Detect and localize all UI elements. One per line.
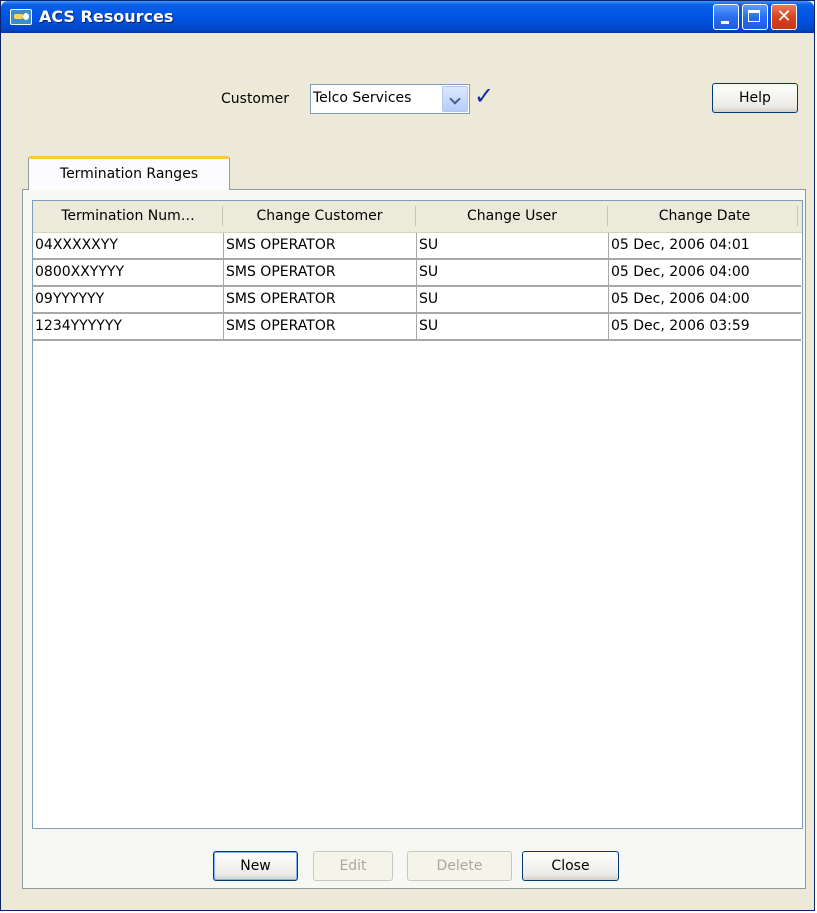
table-row[interactable]: 09YYYYYY SMS OPERATOR SU 05 Dec, 2006 04… (33, 287, 801, 314)
change-user-cell: SU (416, 260, 608, 285)
termination-number-cell: 0800XXYYYY (35, 264, 125, 280)
column-header-termination-number[interactable]: Termination Num… (33, 201, 223, 231)
tab-label: Termination Ranges (59, 166, 199, 182)
customer-select[interactable]: Telco Services (310, 84, 470, 114)
change-customer-cell: SMS OPERATOR (223, 233, 416, 258)
title-bar[interactable]: ACS Resources ✕ (1, 1, 814, 33)
close-button[interactable]: Close (522, 851, 619, 881)
change-customer-cell: SMS OPERATOR (223, 287, 416, 312)
window-title: ACS Resources (39, 7, 174, 26)
column-header-change-customer[interactable]: Change Customer (223, 201, 416, 231)
checkmark-icon: ✓ (474, 82, 495, 110)
close-icon[interactable]: ✕ (771, 4, 797, 30)
change-customer-cell: SMS OPERATOR (223, 260, 416, 285)
edit-button[interactable]: Edit (313, 851, 393, 881)
customer-label: Customer (221, 91, 290, 107)
key-icon (10, 9, 32, 25)
termination-number-cell: 04XXXXXYY (35, 237, 118, 253)
table-row[interactable]: 0800XXYYYY SMS OPERATOR SU 05 Dec, 2006 … (33, 260, 801, 287)
column-header-change-date[interactable]: Change Date (608, 201, 801, 231)
change-user-cell: SU (416, 233, 608, 258)
column-header-change-user[interactable]: Change User (416, 201, 608, 231)
table-header: Termination Num… Change Customer Change … (33, 201, 802, 233)
customer-select-value: Telco Services (313, 90, 412, 106)
maximize-icon[interactable] (742, 4, 768, 30)
minimize-icon[interactable] (713, 4, 739, 30)
change-date-cell: 05 Dec, 2006 03:59 (608, 314, 801, 339)
table-row[interactable]: 04XXXXXYY SMS OPERATOR SU 05 Dec, 2006 0… (33, 233, 801, 260)
termination-ranges-table: Termination Num… Change Customer Change … (32, 200, 803, 829)
change-date-cell: 05 Dec, 2006 04:00 (608, 260, 801, 285)
help-button[interactable]: Help (712, 83, 798, 113)
termination-number-cell: 1234YYYYYY (35, 318, 122, 334)
change-user-cell: SU (416, 287, 608, 312)
table-row[interactable]: 1234YYYYYY SMS OPERATOR SU 05 Dec, 2006 … (33, 314, 801, 341)
change-date-cell: 05 Dec, 2006 04:00 (608, 287, 801, 312)
chevron-down-icon[interactable] (442, 86, 468, 112)
acs-resources-window: ACS Resources ✕ Customer Telco Services … (0, 0, 815, 911)
close-glyph: ✕ (776, 6, 792, 27)
new-button[interactable]: New (213, 851, 298, 881)
change-customer-cell: SMS OPERATOR (223, 314, 416, 339)
termination-number-cell: 09YYYYYY (35, 291, 105, 307)
tab-termination-ranges[interactable]: Termination Ranges (28, 156, 230, 190)
delete-button[interactable]: Delete (407, 851, 512, 881)
change-date-cell: 05 Dec, 2006 04:01 (608, 233, 801, 258)
column-divider[interactable] (797, 206, 798, 226)
change-user-cell: SU (416, 314, 608, 339)
